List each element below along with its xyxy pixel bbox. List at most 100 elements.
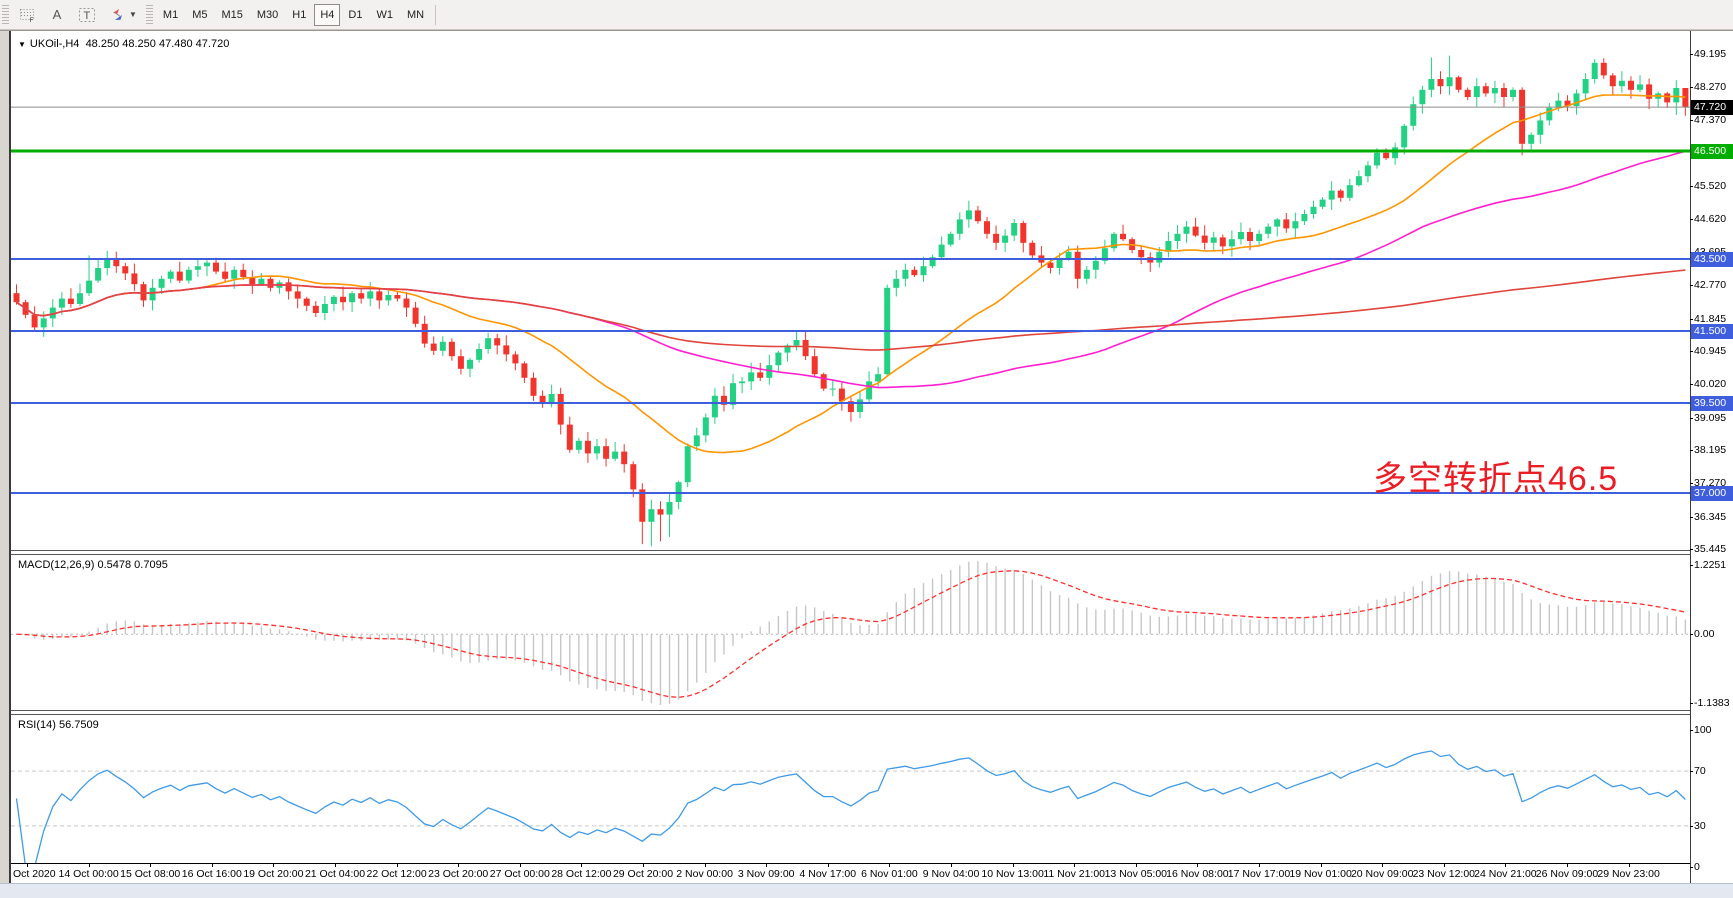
time-label: 10 Nov 13:00 — [981, 868, 1043, 880]
tf-button-m1[interactable]: M1 — [157, 4, 184, 26]
axis-tick-label: 1.2251 — [1694, 558, 1726, 572]
timeframe-group: M1M5M15M30H1H4D1W1MN — [156, 4, 431, 26]
current-price-badge: 47.720 — [1691, 100, 1733, 115]
tf-button-h4[interactable]: H4 — [314, 4, 340, 26]
time-tick — [1505, 864, 1506, 867]
time-label: 27 Oct 00:00 — [490, 868, 550, 880]
time-tick — [1321, 864, 1322, 867]
time-tick — [705, 864, 706, 867]
time-tick — [1197, 864, 1198, 867]
toolbar-separator — [435, 5, 436, 25]
time-label: 21 Oct 04:00 — [305, 868, 365, 880]
time-tick — [1444, 864, 1445, 867]
time-tick — [520, 864, 521, 867]
chevron-down-icon: ▼ — [129, 10, 137, 19]
time-tick — [581, 864, 582, 867]
mid-ma — [17, 151, 1686, 387]
time-label: 15 Oct 08:00 — [120, 868, 180, 880]
axis-tick-label: 44.620 — [1694, 212, 1726, 226]
tf-button-d1[interactable]: D1 — [342, 4, 368, 26]
time-tick — [889, 864, 890, 867]
price-axis[interactable]: 49.19548.27047.37045.52044.62043.69542.7… — [1691, 31, 1733, 883]
toolbar: F A T ▼ M1M5M15M30H1H4D1W1MN — [0, 0, 1733, 30]
time-tick — [458, 864, 459, 867]
svg-text:T: T — [84, 10, 91, 22]
time-label: 13 Nov 05:00 — [1105, 868, 1167, 880]
time-label: 19 Oct 20:00 — [243, 868, 303, 880]
time-tick — [828, 864, 829, 867]
time-label: 20 Nov 09:00 — [1351, 868, 1413, 880]
axis-tick-label: 42.770 — [1694, 278, 1726, 292]
time-label: 3 Nov 09:00 — [738, 868, 795, 880]
time-tick — [1136, 864, 1137, 867]
axis-tick-label: 0 — [1694, 860, 1700, 874]
time-tick — [335, 864, 336, 867]
time-label: 4 Nov 17:00 — [799, 868, 856, 880]
toolbar-grip[interactable] — [2, 5, 9, 25]
toolbar-grip2[interactable] — [146, 5, 153, 25]
time-label: 17 Nov 17:00 — [1228, 868, 1290, 880]
time-tick — [766, 864, 767, 867]
axis-tick-label: 45.520 — [1694, 179, 1726, 193]
time-tick — [1074, 864, 1075, 867]
text-box-icon[interactable]: T — [72, 4, 102, 26]
rsi-value: 56.7509 — [59, 719, 99, 731]
time-label: 9 Nov 04:00 — [923, 868, 980, 880]
tf-button-m30[interactable]: M30 — [251, 4, 284, 26]
rsi-pane[interactable] — [11, 715, 1690, 863]
font-a-icon[interactable]: A — [44, 4, 70, 26]
time-label: 22 Oct 12:00 — [367, 868, 427, 880]
axis-tick-label: 48.270 — [1694, 80, 1726, 94]
plot-area: ▼ UKOil-,H4 48.250 48.250 47.480 47.720 M… — [11, 31, 1690, 883]
time-tick — [89, 864, 90, 867]
symbol-dropdown-icon[interactable]: ▼ — [18, 40, 26, 49]
time-tick — [1259, 864, 1260, 867]
arrows-icon[interactable]: ▼ — [104, 4, 143, 26]
time-label: 29 Oct 20:00 — [613, 868, 673, 880]
time-tick — [643, 864, 644, 867]
price-badge-46.500: 46.500 — [1691, 144, 1733, 159]
time-label: 23 Oct 20:00 — [428, 868, 488, 880]
axis-tick-label: 39.095 — [1694, 411, 1726, 425]
time-label: 28 Oct 12:00 — [551, 868, 611, 880]
axis-tick-label: 70 — [1694, 764, 1706, 778]
time-tick — [1013, 864, 1014, 867]
time-label: 24 Nov 21:00 — [1474, 868, 1536, 880]
chart-left-border — [0, 31, 11, 883]
time-label: 6 Nov 01:00 — [861, 868, 918, 880]
axis-tick-label: 47.370 — [1694, 113, 1726, 127]
time-label: 29 Nov 23:00 — [1597, 868, 1659, 880]
time-label: 16 Nov 08:00 — [1166, 868, 1228, 880]
time-tick — [212, 864, 213, 867]
symbol-label: UKOil-,H4 — [30, 38, 80, 50]
axis-tick-label: 0.00 — [1694, 627, 1714, 641]
time-axis[interactable]: 12 Oct 202014 Oct 00:0015 Oct 08:0016 Oc… — [11, 863, 1690, 884]
time-tick — [1629, 864, 1630, 867]
tf-button-mn[interactable]: MN — [401, 4, 430, 26]
time-label: 11 Nov 21:00 — [1043, 868, 1105, 880]
time-label: 23 Nov 12:00 — [1413, 868, 1475, 880]
tf-button-w1[interactable]: W1 — [370, 4, 399, 26]
axis-tick-label: 40.945 — [1694, 344, 1726, 358]
time-tick — [150, 864, 151, 867]
time-label: 26 Nov 09:00 — [1536, 868, 1598, 880]
axis-tick-label: -1.1383 — [1694, 696, 1730, 710]
time-tick — [1382, 864, 1383, 867]
macd-title: MACD(12,26,9) — [18, 559, 94, 571]
price-badge-43.500: 43.500 — [1691, 252, 1733, 267]
time-label: 19 Nov 01:00 — [1289, 868, 1351, 880]
axis-tick-label: 49.195 — [1694, 47, 1726, 61]
tf-button-h1[interactable]: H1 — [286, 4, 312, 26]
time-tick — [27, 864, 28, 867]
trading-terminal: F A T ▼ M1M5M15M30H1H4D1W1MN ▼UKOil- — [0, 0, 1733, 898]
grid-f-icon[interactable]: F — [13, 4, 42, 26]
time-tick — [397, 864, 398, 867]
slow-ma — [17, 270, 1686, 350]
macd-pane[interactable] — [11, 555, 1690, 710]
tf-button-m5[interactable]: M5 — [186, 4, 213, 26]
rsi-title: RSI(14) — [18, 719, 56, 731]
time-tick — [951, 864, 952, 867]
tf-button-m15[interactable]: M15 — [215, 4, 248, 26]
time-label: 2 Nov 00:00 — [676, 868, 733, 880]
ohlc-values: 48.250 48.250 47.480 47.720 — [86, 38, 230, 50]
